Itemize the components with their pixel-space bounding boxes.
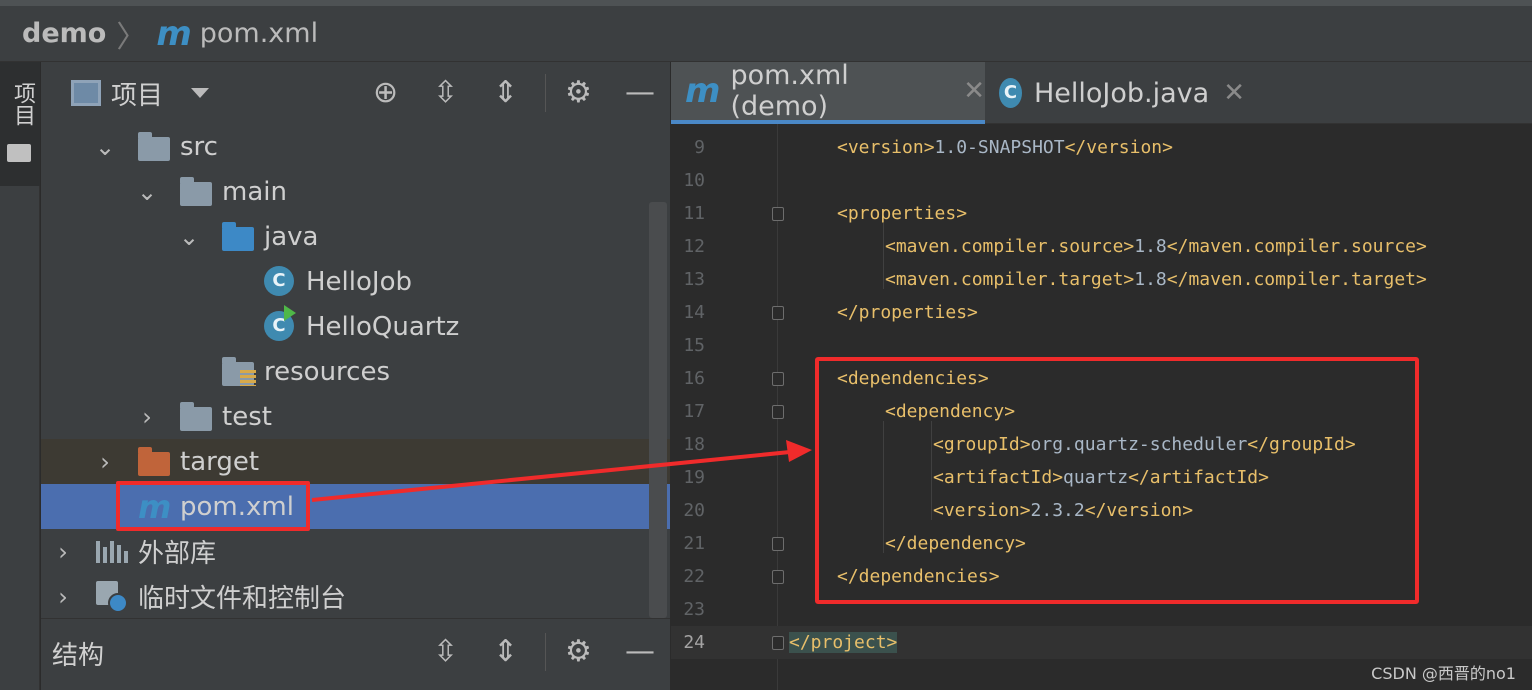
- annotation-arrow: [311, 440, 812, 502]
- watermark: CSDN @西晋的no1: [1371, 664, 1516, 683]
